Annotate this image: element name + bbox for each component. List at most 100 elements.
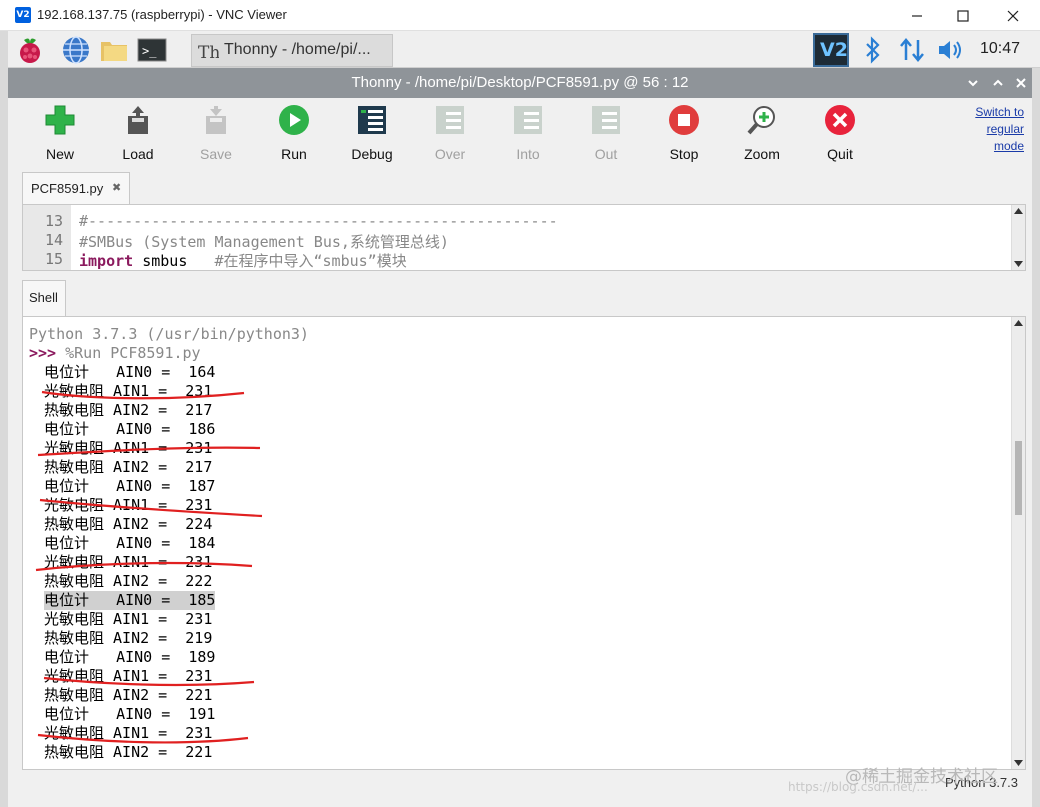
minimize-button[interactable] (894, 0, 940, 31)
step-into-button[interactable]: Into (496, 104, 560, 164)
scroll-up-icon[interactable] (1014, 207, 1023, 215)
editor-scrollbar[interactable] (1011, 205, 1025, 270)
shell-output-line: 光敏电阻 AIN1 = 231 (44, 724, 213, 742)
code-keyword: import (79, 252, 134, 270)
minimize-icon (912, 14, 922, 17)
chevron-up-icon[interactable] (993, 78, 1003, 88)
close-window-button[interactable] (990, 0, 1036, 31)
save-icon (206, 106, 226, 134)
scroll-down-icon[interactable] (1014, 759, 1023, 767)
quit-icon (825, 105, 855, 135)
shell-output-line: 光敏电阻 AIN1 = 231 (44, 439, 213, 457)
watermark-url: https://blog.csdn.net/... (788, 780, 928, 794)
shell-output-line: 热敏电阻 AIN2 = 217 (44, 401, 213, 419)
shell-output-line: 光敏电阻 AIN1 = 231 (44, 667, 213, 685)
shell-output-line: 光敏电阻 AIN1 = 231 (44, 382, 213, 400)
new-plus-icon (45, 105, 75, 135)
volume-icon[interactable] (936, 38, 966, 62)
zoom-button[interactable]: Zoom (730, 104, 794, 164)
shell-output-line: 光敏电阻 AIN1 = 231 (44, 496, 213, 514)
step-over-icon (436, 106, 464, 134)
switch-mode-line-3: mode (993, 139, 1024, 153)
shell-output-line: 电位计 AIN0 = 164 (44, 363, 216, 381)
shell-prompt: >>> (29, 344, 57, 362)
load-label: Load (122, 146, 154, 162)
raspberry-menu-icon[interactable] (14, 34, 46, 66)
panel-clock: 10:47 (980, 40, 1021, 57)
shell-output-line: 电位计 AIN0 = 186 (44, 420, 216, 438)
shell-banner: Python 3.7.3 (/usr/bin/python3) (29, 325, 309, 343)
step-over-label: Over (434, 146, 466, 162)
thonny-title: Thonny - /home/pi/Desktop/PCF8591.py @ 5… (351, 74, 689, 91)
step-out-button[interactable]: Out (574, 104, 638, 164)
shell-output-line: 热敏电阻 AIN2 = 217 (44, 458, 213, 476)
svg-text:>_: >_ (142, 44, 157, 58)
quit-button[interactable]: Quit (808, 104, 872, 164)
tab-pcf8591[interactable]: PCF8591.py ✖ (22, 172, 130, 205)
maximize-button[interactable] (940, 0, 986, 31)
debug-button[interactable]: Debug (340, 104, 404, 164)
step-over-button[interactable]: Over (418, 104, 482, 164)
code-line: import smbus #在程序中导入“smbus”模块 (79, 250, 407, 270)
tab-close-icon[interactable]: ✖ (112, 181, 121, 194)
shell-command-line: >>> %Run PCF8591.py (29, 344, 201, 363)
line-number: 14 (44, 231, 63, 249)
step-into-label: Into (516, 146, 540, 162)
file-manager-icon[interactable] (98, 34, 130, 66)
shell-output-line: 光敏电阻 AIN1 = 231 (44, 553, 213, 571)
run-button[interactable]: Run (262, 104, 326, 164)
zoom-label: Zoom (744, 146, 780, 162)
vnc-app-icon: V2 (15, 7, 31, 23)
zoom-icon (747, 106, 775, 135)
web-browser-icon[interactable] (60, 34, 92, 66)
code-text: smbus (133, 252, 188, 270)
new-button[interactable]: New (28, 104, 92, 164)
thonny-icon: Th (198, 43, 219, 63)
close-icon (1007, 10, 1019, 21)
editor-tab-label: PCF8591.py (31, 181, 104, 196)
new-label: New (45, 146, 74, 162)
thonny-close-icon[interactable] (1016, 78, 1026, 88)
tab-shell[interactable]: Shell (22, 280, 66, 316)
line-number: 15 (44, 250, 63, 268)
raspberry-pi-panel: >_ Th Thonny - /home/pi/... V2 10:47 (8, 31, 1040, 68)
shell-area: Shell Python 3.7.3 (/usr/bin/python3) >>… (8, 278, 1032, 807)
step-out-icon (592, 106, 620, 134)
terminal-icon[interactable]: >_ (136, 34, 168, 66)
taskbar-thonny-button[interactable]: Th Thonny - /home/pi/... (191, 34, 393, 67)
code-comment: #在程序中导入“smbus”模块 (187, 252, 407, 270)
line-number: 13 (44, 212, 63, 230)
scroll-up-icon[interactable] (1014, 319, 1023, 327)
shell-output-line: 热敏电阻 AIN2 = 221 (44, 743, 213, 761)
shell-output-line: 电位计 AIN0 = 184 (44, 534, 216, 552)
run-label: Run (281, 146, 307, 162)
chevron-down-icon[interactable] (968, 78, 978, 88)
debug-icon (358, 106, 386, 134)
shell-console[interactable]: Python 3.7.3 (/usr/bin/python3) >>> %Run… (22, 316, 1026, 770)
editor-area: PCF8591.py ✖ 13 14 15 #-----------------… (8, 168, 1032, 278)
shell-output-line: 热敏电阻 AIN2 = 224 (44, 515, 213, 533)
switch-mode-line-2: regular (986, 122, 1024, 136)
quit-label: Quit (827, 146, 853, 162)
shell-command: %Run PCF8591.py (56, 344, 201, 362)
shell-output-line: 电位计 AIN0 = 185 (44, 591, 216, 610)
code-line: #SMBus (System Management Bus,系统管理总线) (79, 233, 449, 251)
save-button[interactable]: Save (184, 104, 248, 164)
code-editor[interactable]: 13 14 15 #------------------------------… (22, 204, 1026, 271)
maximize-icon (957, 9, 969, 22)
stop-icon (669, 105, 699, 135)
shell-scroll-thumb[interactable] (1015, 441, 1022, 515)
load-button[interactable]: Load (106, 104, 170, 164)
bluetooth-icon[interactable] (863, 36, 883, 64)
switch-mode-link[interactable]: Switch to regular mode (975, 104, 1024, 155)
shell-scrollbar[interactable] (1011, 317, 1025, 769)
network-updown-icon[interactable] (899, 36, 925, 64)
scroll-down-icon[interactable] (1014, 260, 1023, 268)
stop-button[interactable]: Stop (652, 104, 716, 164)
vnc-server-tray-icon[interactable]: V2 (813, 33, 849, 67)
shell-output-line: 电位计 AIN0 = 187 (44, 477, 216, 495)
taskbar-thonny-label: Thonny - /home/pi/... (224, 41, 371, 58)
vnc-window-titlebar: V2 192.168.137.75 (raspberrypi) - VNC Vi… (0, 0, 1040, 31)
shell-output-line: 电位计 AIN0 = 191 (44, 705, 216, 723)
step-into-icon (514, 106, 542, 134)
